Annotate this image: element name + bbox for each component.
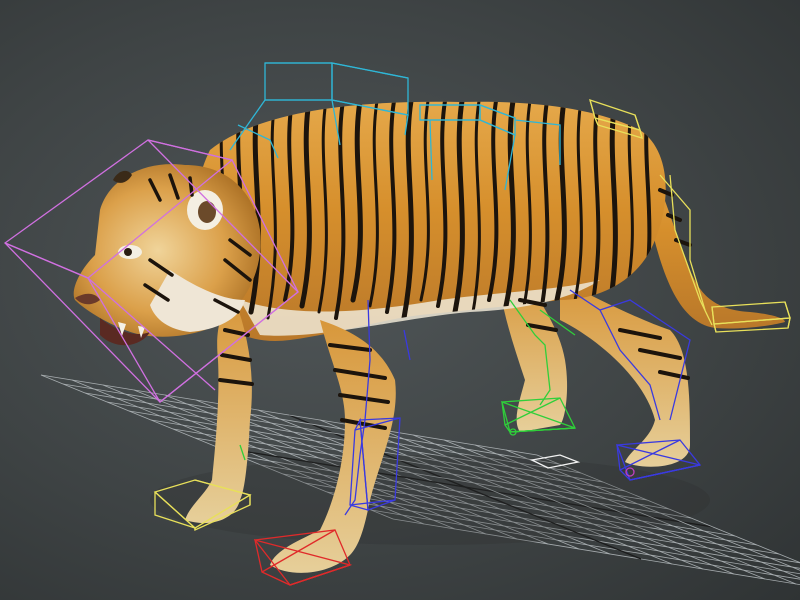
spine-control-front-edge[interactable]	[331, 62, 409, 79]
spine-control-front-front[interactable]	[264, 62, 333, 101]
grid-line	[40, 374, 538, 456]
head-control-edge[interactable]	[4, 242, 89, 279]
hip-control-edge[interactable]	[634, 114, 641, 131]
tail-tip-control-edge[interactable]	[787, 317, 791, 329]
front-right-leg-link[interactable]	[403, 329, 411, 361]
grid-line	[62, 383, 560, 465]
tail-tip-control-edge[interactable]	[784, 301, 791, 319]
viewport-scene[interactable]	[0, 0, 800, 600]
3d-viewport[interactable]	[0, 0, 800, 600]
